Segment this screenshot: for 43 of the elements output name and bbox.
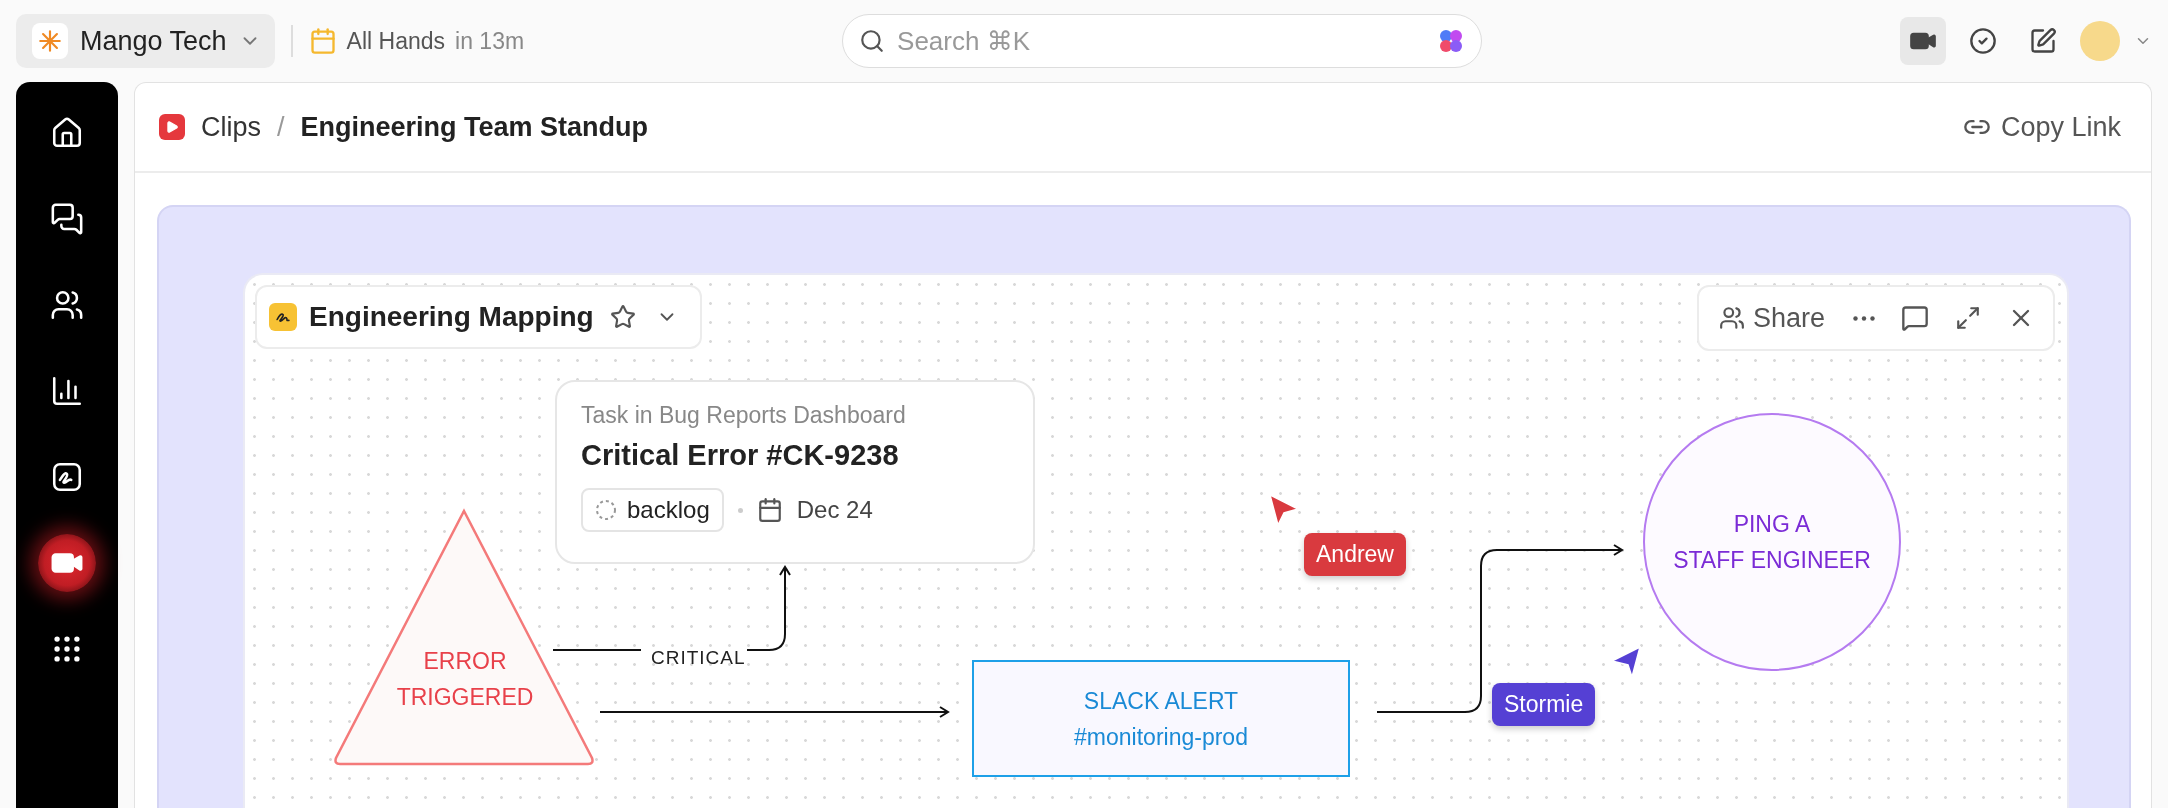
search-input[interactable]: Search ⌘K (895, 24, 1428, 58)
cursor-name-tag: Stormie (1492, 683, 1596, 726)
dashed-circle-icon (595, 499, 617, 521)
search-field[interactable]: Search ⌘K (842, 14, 1483, 68)
task-card[interactable]: Task in Bug Reports Dashboard Critical Error #CK-9238 backlog Dec 24 (555, 380, 1035, 564)
check-circle-icon (1969, 27, 1997, 55)
clips-icon (159, 114, 185, 140)
shape-label: ERROR TRIGGERED (395, 647, 535, 712)
copy-link-button[interactable]: Copy Link (1956, 110, 2127, 144)
comment-icon (1901, 304, 1929, 332)
chat-icon (50, 202, 84, 236)
cursor-name-tag: Andrew (1304, 533, 1406, 576)
circle-node: PING A STAFF ENGINEER (1643, 413, 1901, 671)
more-icon (1853, 315, 1875, 321)
expand-icon (1955, 305, 1981, 331)
share-button[interactable]: Share (1712, 302, 1831, 334)
workspace-switcher[interactable]: Mango Tech (16, 14, 275, 68)
board-title[interactable]: Engineering Mapping (309, 301, 594, 333)
star-icon (609, 304, 636, 330)
page-title: Engineering Team Standup (300, 111, 649, 143)
video-button[interactable] (1900, 17, 1946, 65)
whiteboard-icon (269, 303, 297, 331)
task-title: Critical Error #CK-9238 (581, 439, 900, 472)
chart-icon (50, 374, 84, 408)
whiteboard-icon (50, 460, 84, 494)
status-tag[interactable]: backlog (581, 488, 724, 532)
pen-square-icon (2029, 27, 2057, 55)
event-title[interactable]: All Hands (346, 27, 446, 55)
asterisk-logo-icon (32, 23, 68, 59)
search-icon (859, 28, 886, 54)
breadcrumb-separator: / (277, 111, 285, 143)
home-icon (50, 116, 84, 150)
process-node: SLACK ALERT #monitoring-prod (972, 660, 1350, 777)
connector-label: CRITICAL (650, 647, 747, 669)
people-icon (1718, 305, 1745, 331)
due-date: Dec 24 (796, 496, 873, 524)
breadcrumb-link[interactable]: Clips (201, 111, 261, 143)
calendar-icon (308, 27, 337, 55)
sidebar-item[interactable] (38, 534, 96, 592)
event-time: in 13m (455, 27, 525, 55)
task-location: Task in Bug Reports Dashboard (581, 402, 907, 429)
calendar-icon (756, 497, 783, 523)
people-icon (50, 288, 84, 322)
